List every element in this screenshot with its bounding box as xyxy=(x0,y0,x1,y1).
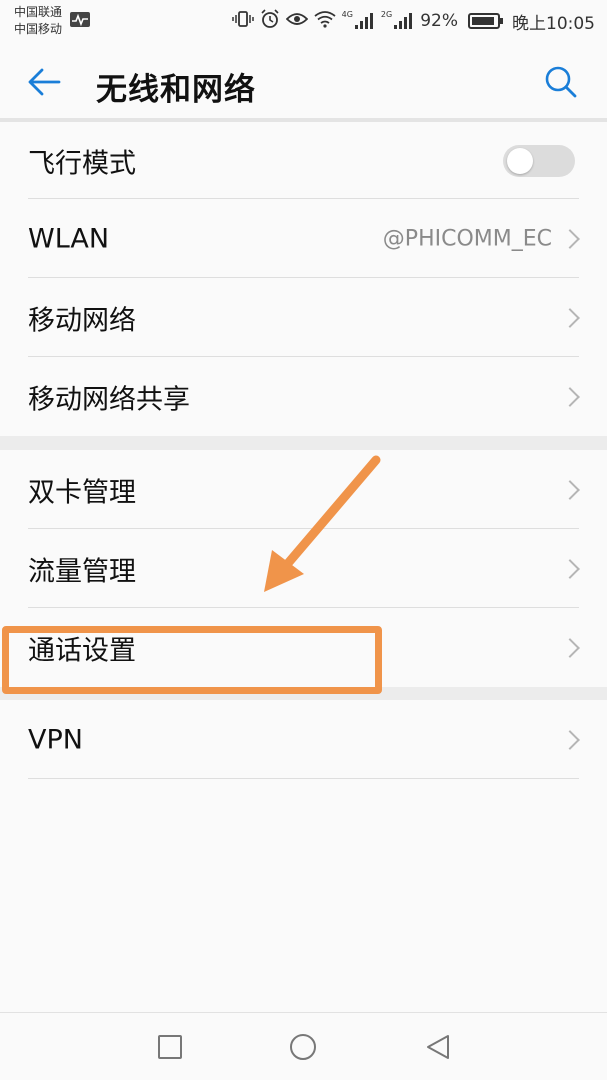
chevron-right-icon xyxy=(560,637,580,658)
list-item-vpn[interactable]: VPN xyxy=(0,700,607,779)
chevron-right-icon xyxy=(560,307,580,328)
settings-group-1: 飞行模式 WLAN @PHICOMM_EC 移动网络 移动网络共享 xyxy=(0,122,607,436)
home-button[interactable] xyxy=(289,1033,317,1061)
network-type-1: 4G xyxy=(341,9,353,19)
settings-group-3: VPN xyxy=(0,700,607,779)
list-item-mobile-network[interactable]: 移动网络 xyxy=(0,278,607,357)
airplane-mode-label: 飞行模式 xyxy=(28,148,136,179)
battery-percent: 92% xyxy=(420,11,458,31)
chevron-right-icon xyxy=(560,729,580,750)
vpn-label: VPN xyxy=(28,724,83,755)
chevron-right-icon xyxy=(560,228,580,249)
dual-sim-label: 双卡管理 xyxy=(28,477,136,508)
data-usage-label: 流量管理 xyxy=(28,556,136,587)
signal-1-icon xyxy=(354,13,375,29)
back-button[interactable] xyxy=(22,62,66,102)
list-item-airplane-mode[interactable]: 飞行模式 xyxy=(0,122,607,199)
activity-icon xyxy=(70,12,90,27)
annotation-highlight-box xyxy=(2,626,382,694)
recent-apps-button[interactable] xyxy=(156,1033,184,1061)
clock: 晚上10:05 xyxy=(512,13,595,34)
toolbar: 无线和网络 xyxy=(0,44,607,120)
wifi-icon xyxy=(314,10,336,33)
annotation-arrow-icon xyxy=(264,455,381,592)
nav-back-button[interactable] xyxy=(424,1033,452,1061)
divider xyxy=(28,778,579,779)
signal-2-icon xyxy=(394,13,414,29)
battery-icon xyxy=(468,13,503,29)
tethering-label: 移动网络共享 xyxy=(28,384,190,415)
back-arrow-icon xyxy=(28,68,61,96)
chevron-right-icon xyxy=(560,386,580,407)
carrier-1: 中国联通 xyxy=(14,5,63,19)
section-separator xyxy=(0,436,607,450)
status-icons: 4G 2G 92% 晚上10:05 xyxy=(231,8,595,34)
chevron-right-icon xyxy=(560,479,580,500)
wlan-label: WLAN xyxy=(28,223,110,254)
carrier-info: 中国联通 中国移动 xyxy=(14,4,62,38)
network-type-2: 2G xyxy=(380,9,393,19)
navigation-bar xyxy=(0,1012,607,1080)
status-bar: 中国联通 中国移动 4G 2G 92% 晚上10:05 xyxy=(0,0,607,44)
toggle-knob xyxy=(507,147,533,174)
search-icon xyxy=(545,66,577,98)
alarm-icon xyxy=(260,8,280,34)
eye-comfort-icon xyxy=(285,11,308,32)
chevron-right-icon xyxy=(560,558,580,579)
mobile-network-label: 移动网络 xyxy=(28,305,136,336)
search-button[interactable] xyxy=(541,62,581,102)
airplane-mode-toggle[interactable] xyxy=(503,144,575,177)
page-title: 无线和网络 xyxy=(96,72,256,108)
vibrate-icon xyxy=(231,10,254,33)
list-item-tethering[interactable]: 移动网络共享 xyxy=(0,357,607,436)
list-item-wlan[interactable]: WLAN @PHICOMM_EC xyxy=(0,199,607,278)
wlan-value: @PHICOMM_EC xyxy=(382,226,552,251)
carrier-2: 中国移动 xyxy=(14,22,63,36)
